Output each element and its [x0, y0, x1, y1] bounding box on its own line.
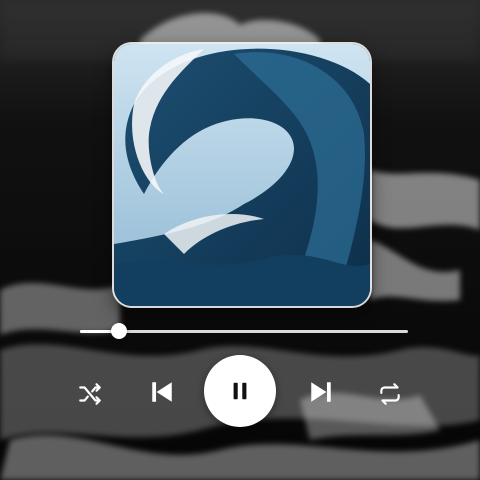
- play-pause-button[interactable]: [204, 355, 276, 427]
- seek-track: [80, 330, 408, 333]
- album-art: [114, 44, 370, 306]
- shuffle-button[interactable]: [74, 378, 106, 410]
- pause-icon: [233, 382, 247, 400]
- repeat-button[interactable]: [374, 378, 406, 410]
- skip-next-icon: [311, 382, 331, 402]
- next-button[interactable]: [305, 376, 337, 408]
- repeat-icon: [380, 383, 400, 405]
- seek-bar[interactable]: [80, 323, 408, 339]
- skip-previous-icon: [152, 382, 172, 402]
- seek-thumb[interactable]: [111, 323, 128, 339]
- shuffle-icon: [79, 383, 101, 405]
- previous-button[interactable]: [146, 376, 178, 408]
